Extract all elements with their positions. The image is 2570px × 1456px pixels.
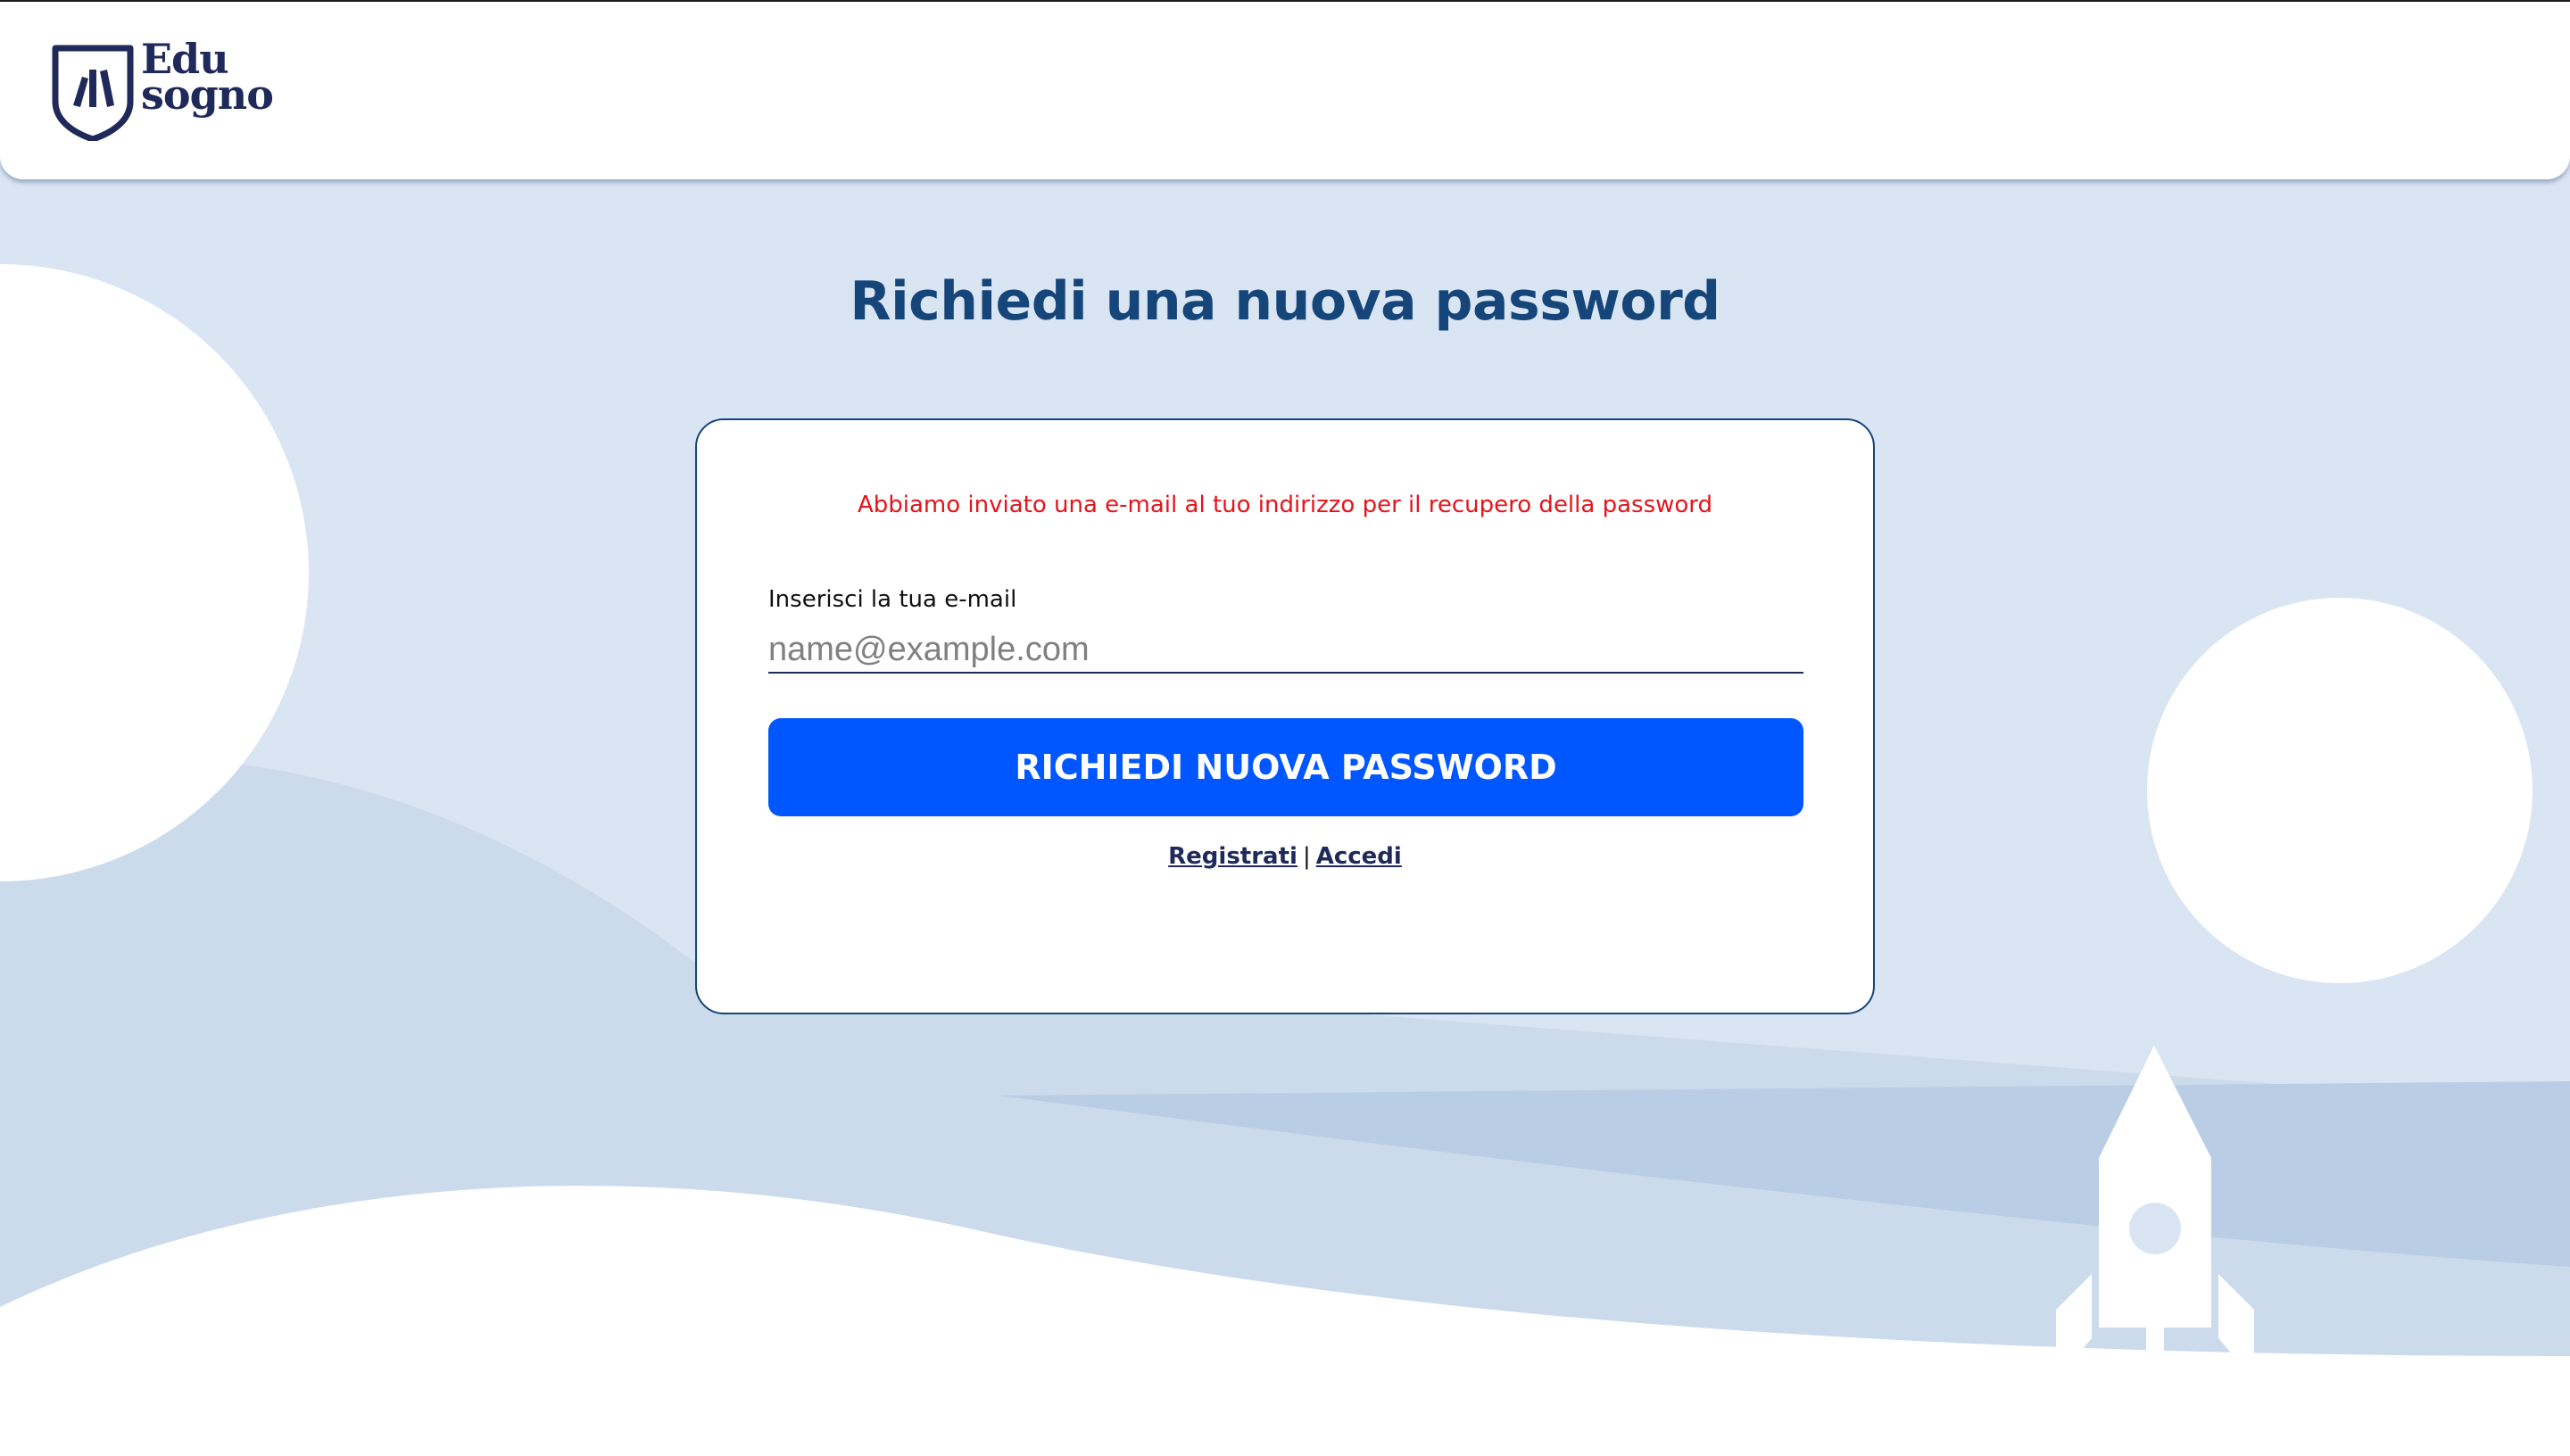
- logo-line-2: sogno: [141, 70, 274, 119]
- password-reset-card: Abbiamo inviato una e-mail al tuo indiri…: [695, 418, 1875, 1014]
- right-circle-decoration: [2147, 598, 2533, 983]
- email-sent-notice: Abbiamo inviato una e-mail al tuo indiri…: [857, 492, 1713, 518]
- page-title: Richiedi una nuova password: [850, 270, 1720, 333]
- login-link[interactable]: Accedi: [1316, 843, 1402, 870]
- request-new-password-button[interactable]: RICHIEDI NUOVA PASSWORD: [768, 718, 1803, 816]
- links-separator: |: [1302, 843, 1311, 870]
- email-field-label: Inserisci la tua e-mail: [768, 586, 1017, 613]
- email-input[interactable]: [768, 627, 1803, 674]
- edusogno-logo[interactable]: Edu sogno: [52, 38, 284, 145]
- logo-wordmark: Edu sogno: [141, 38, 274, 119]
- shield-logo-icon: [52, 45, 134, 141]
- register-link[interactable]: Registrati: [1168, 843, 1297, 870]
- top-header: Edu sogno: [0, 0, 2570, 179]
- auth-links: Registrati | Accedi: [697, 843, 1873, 870]
